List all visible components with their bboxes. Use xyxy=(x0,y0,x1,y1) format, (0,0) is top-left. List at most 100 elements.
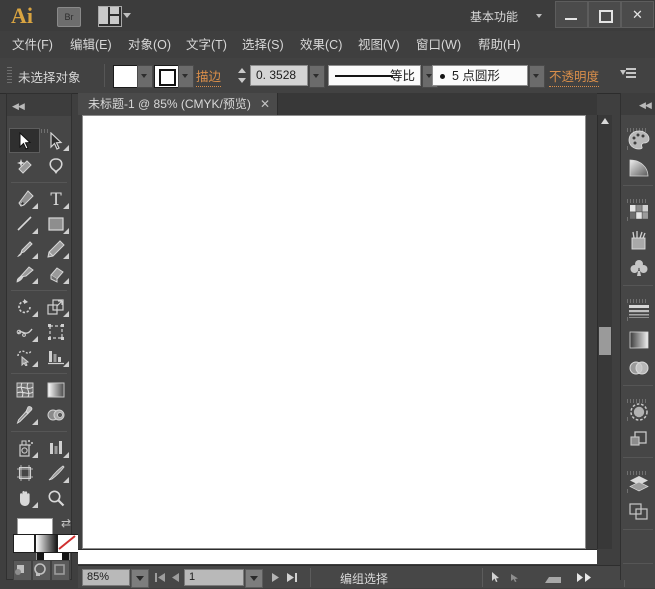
free-transform-tool[interactable] xyxy=(40,319,71,344)
dock-header[interactable]: ◀◀ xyxy=(621,93,655,115)
canvas-area[interactable] xyxy=(78,115,597,549)
brush-definition-combo[interactable]: 5 点圆形 xyxy=(432,65,528,86)
blend-tool[interactable] xyxy=(40,402,71,427)
screen-mode-normal-button[interactable] xyxy=(13,560,32,581)
bridge-button[interactable]: Br xyxy=(57,7,81,27)
column-graph-tool[interactable] xyxy=(40,344,71,369)
symbol-sprayer-tool[interactable] xyxy=(9,435,40,460)
stroke-color-dropdown[interactable] xyxy=(178,65,194,88)
eyedropper-tool[interactable] xyxy=(9,402,40,427)
zoom-level-input[interactable]: 85% xyxy=(82,569,130,586)
minimize-button[interactable] xyxy=(555,1,588,28)
graphic-styles-panel-button[interactable] xyxy=(625,427,653,453)
rectangle-tool[interactable] xyxy=(40,211,71,236)
first-artboard-button[interactable] xyxy=(154,572,166,583)
blob-brush-tool[interactable] xyxy=(9,261,40,286)
fill-color-dropdown[interactable] xyxy=(137,65,153,88)
stroke-weight-label[interactable]: 描边 xyxy=(196,66,221,87)
magic-wand-tool[interactable] xyxy=(9,153,40,178)
selection-tool[interactable] xyxy=(9,128,40,153)
workspace-switcher[interactable]: 基本功能 xyxy=(470,8,518,25)
brush-definition-dropdown[interactable] xyxy=(529,65,545,88)
workspace-chevron-down-icon[interactable] xyxy=(536,14,542,18)
width-tool[interactable] xyxy=(9,319,40,344)
stroke-weight-input[interactable]: 0. 3528 xyxy=(250,65,308,86)
artboard-number-dropdown[interactable] xyxy=(245,569,263,588)
tools-panel-header[interactable]: ◀◀ xyxy=(7,94,71,116)
swatches-panel-button[interactable] xyxy=(625,199,653,225)
vertical-scrollbar-thumb[interactable] xyxy=(599,327,611,355)
stroke-weight-stepper[interactable] xyxy=(237,65,248,86)
dock-group-grip-4[interactable] xyxy=(627,390,649,394)
stroke-panel-button[interactable] xyxy=(625,299,653,325)
next-artboard-button[interactable] xyxy=(269,572,281,583)
screen-mode-full-button[interactable] xyxy=(51,560,70,581)
rotate-tool[interactable] xyxy=(9,294,40,319)
graph-tool[interactable] xyxy=(40,435,71,460)
artboard-tool[interactable] xyxy=(9,460,40,485)
tools-collapse-icon[interactable]: ◀◀ xyxy=(12,101,24,112)
dock-group-grip-2[interactable] xyxy=(627,190,649,194)
artboards-panel-button[interactable] xyxy=(625,499,653,525)
layers-panel-button[interactable] xyxy=(625,471,653,497)
gradient-panel-button[interactable] xyxy=(625,155,653,181)
horizontal-scrollbar-thumb[interactable] xyxy=(78,550,583,564)
scroll-up-arrow-icon[interactable] xyxy=(601,118,609,124)
opacity-label[interactable]: 不透明度 xyxy=(549,66,599,87)
type-tool[interactable]: T xyxy=(40,186,71,211)
lasso-tool[interactable] xyxy=(40,153,71,178)
color-fill-button[interactable] xyxy=(13,534,35,553)
stroke-profile-combo[interactable]: 等比 xyxy=(328,65,421,86)
tools-panel-grip[interactable] xyxy=(26,120,52,124)
gradient2-panel-button[interactable] xyxy=(625,327,653,353)
menu-window[interactable]: 窗口(W) xyxy=(414,36,463,54)
pen-tool[interactable] xyxy=(9,186,40,211)
status-message[interactable]: 编组选择 xyxy=(340,570,388,587)
menu-type[interactable]: 文字(T) xyxy=(184,36,229,54)
scale-tool[interactable] xyxy=(40,294,71,319)
document-tab-close-icon[interactable]: ✕ xyxy=(260,97,270,111)
screen-mode-full-menu-button[interactable] xyxy=(32,560,51,581)
dock-group-grip-1[interactable] xyxy=(627,119,649,123)
paintbrush-tool[interactable] xyxy=(9,236,40,261)
gradient-fill-button[interactable] xyxy=(35,534,57,553)
transparency-panel-button[interactable] xyxy=(625,355,653,381)
horizontal-scrollbar[interactable] xyxy=(78,549,597,564)
artboard[interactable] xyxy=(82,115,586,549)
menu-effect[interactable]: 效果(C) xyxy=(298,36,344,54)
document-tab[interactable]: 未标题-1 @ 85% (CMYK/预览) ✕ xyxy=(78,93,278,115)
appearance-panel-button[interactable] xyxy=(625,399,653,425)
zoom-level-dropdown[interactable] xyxy=(131,569,149,588)
eraser-tool[interactable] xyxy=(40,261,71,286)
arrange-documents-icon[interactable] xyxy=(98,6,122,27)
menu-object[interactable]: 对象(O) xyxy=(126,36,173,54)
direct-selection-tool[interactable] xyxy=(40,128,71,153)
vertical-scrollbar[interactable] xyxy=(597,115,612,549)
close-button[interactable]: ✕ xyxy=(621,1,654,28)
dock-collapse-icon[interactable]: ◀◀ xyxy=(639,100,651,111)
symbols-panel-button[interactable] xyxy=(625,255,653,281)
status-playback-icon[interactable] xyxy=(576,572,596,583)
menu-select[interactable]: 选择(S) xyxy=(240,36,286,54)
menu-view[interactable]: 视图(V) xyxy=(356,36,402,54)
stroke-weight-dropdown[interactable] xyxy=(309,65,325,88)
previous-artboard-button[interactable] xyxy=(170,572,182,583)
color-panel-button[interactable] xyxy=(625,127,653,153)
fill-color-swatch[interactable] xyxy=(113,65,138,88)
menu-file[interactable]: 文件(F) xyxy=(10,36,55,54)
last-artboard-button[interactable] xyxy=(286,572,298,583)
arrange-chevron-down-icon[interactable] xyxy=(123,13,131,18)
swap-fill-stroke-icon[interactable]: ⇄ xyxy=(61,516,71,530)
mesh-tool[interactable] xyxy=(9,377,40,402)
artboard-number-input[interactable]: 1 xyxy=(184,569,244,586)
shape-builder-tool[interactable] xyxy=(9,344,40,369)
brushes-panel-button[interactable] xyxy=(625,227,653,253)
none-fill-button[interactable] xyxy=(57,534,79,553)
control-bar-grip[interactable] xyxy=(7,67,12,84)
dock-group-grip-3[interactable] xyxy=(627,290,649,294)
slice-tool[interactable] xyxy=(40,460,71,485)
menu-edit[interactable]: 编辑(E) xyxy=(68,36,114,54)
hand-tool[interactable] xyxy=(9,485,40,510)
control-panel-menu-icon[interactable] xyxy=(620,68,636,81)
line-segment-tool[interactable] xyxy=(9,211,40,236)
